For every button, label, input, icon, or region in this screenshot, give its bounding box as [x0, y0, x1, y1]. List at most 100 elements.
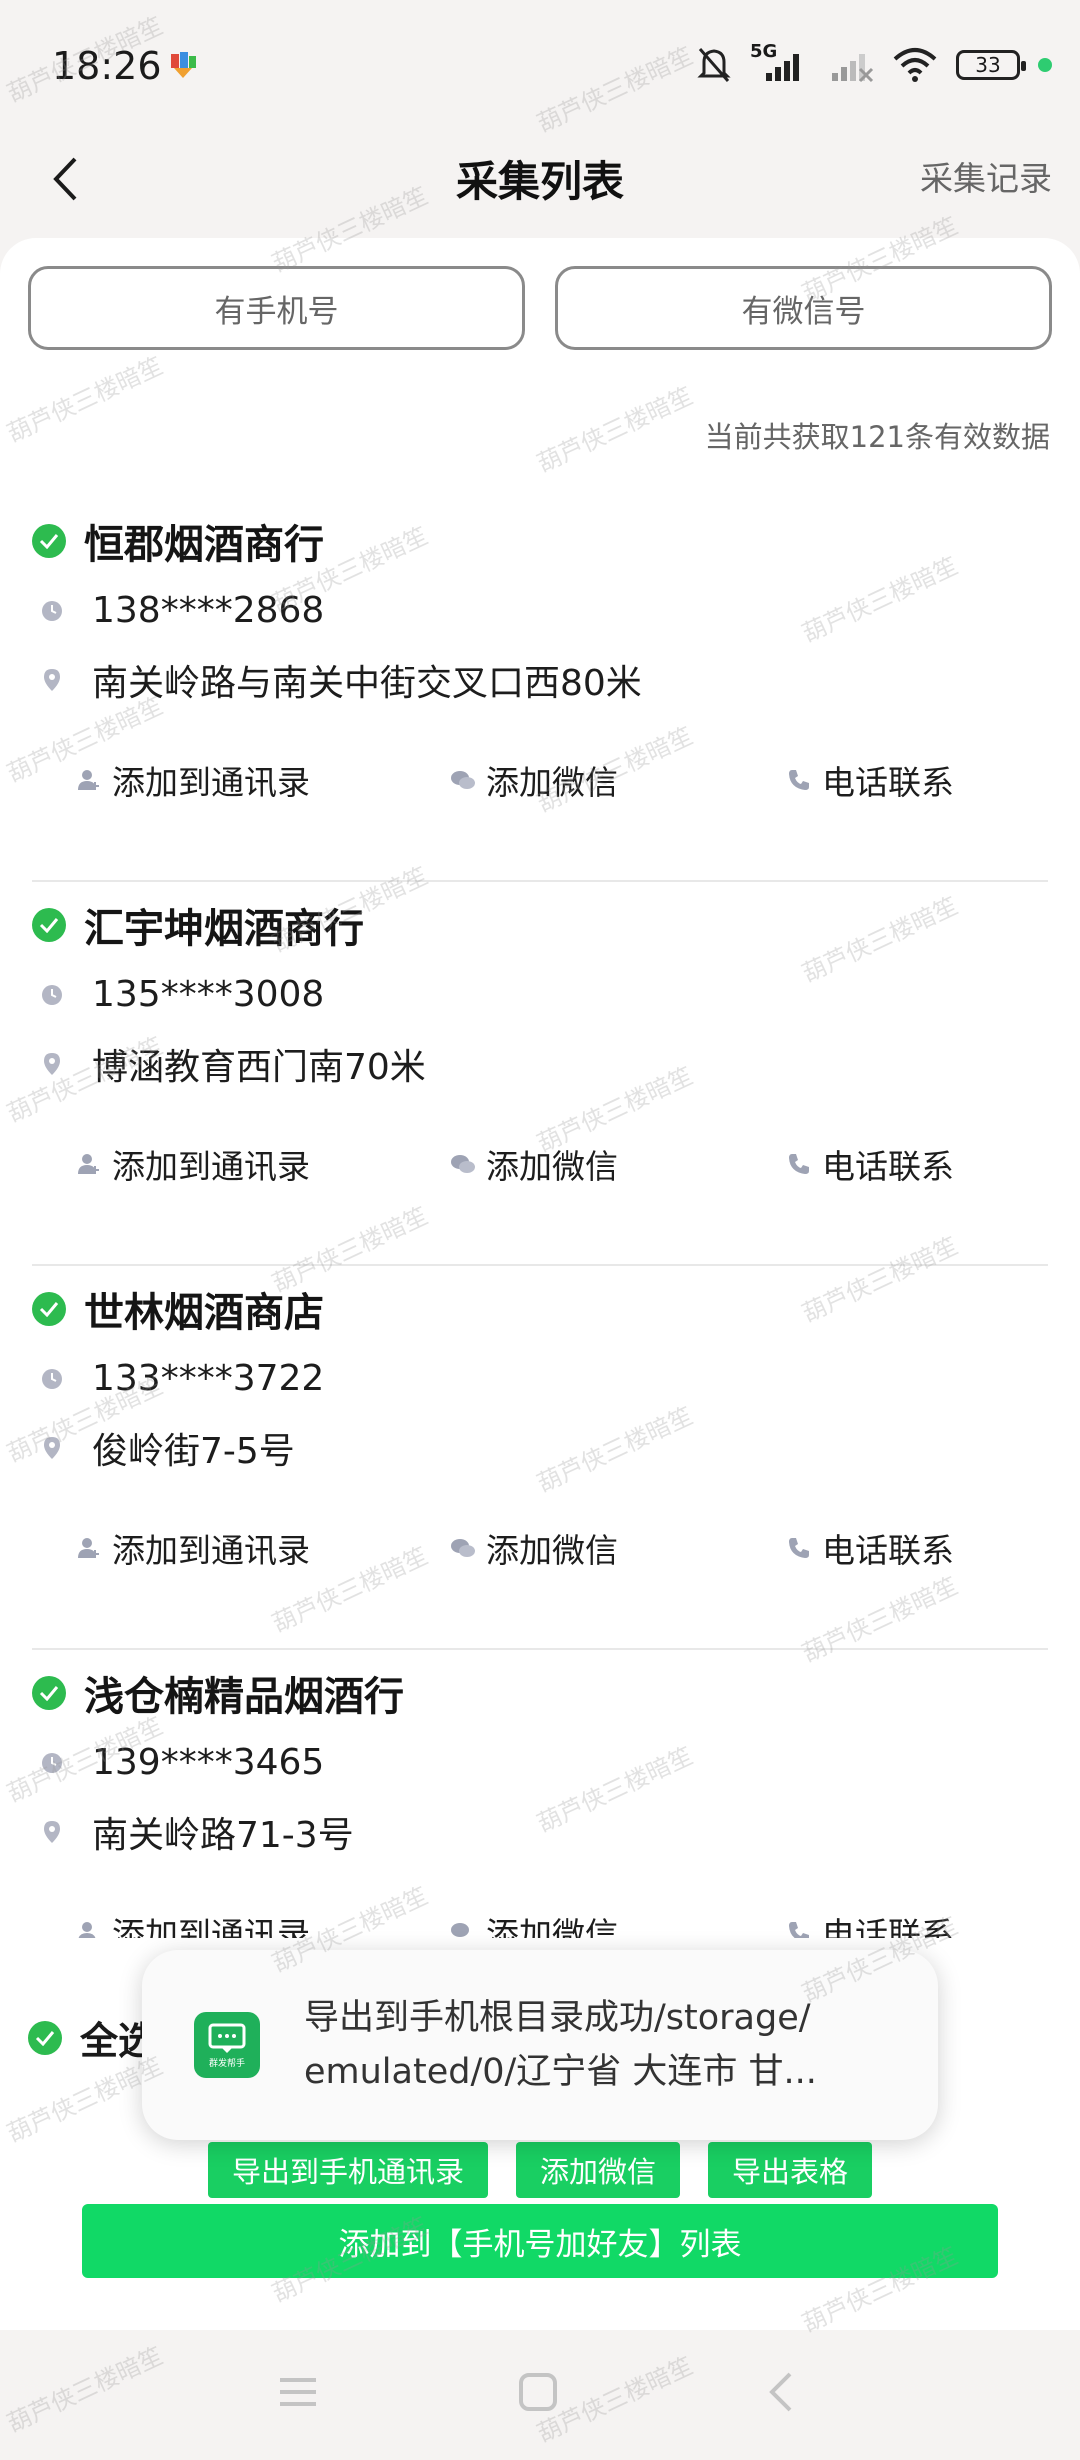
add-wechat-button[interactable]: 添加微信: [450, 1908, 618, 1938]
phone-icon: [789, 1922, 809, 1938]
add-wechat-label: 添加微信: [486, 763, 618, 802]
location-pin-icon: [44, 1437, 60, 1459]
call-label: 电话联系: [822, 1531, 954, 1570]
phone-icon: [789, 1154, 809, 1174]
main-card: 有手机号 有微信号 当前共获取121条有效数据 恒郡烟酒商行 138****28…: [0, 238, 1080, 2098]
call-button[interactable]: 电话联系: [786, 756, 954, 804]
add-person-icon: [78, 1922, 96, 1938]
clock-icon: [42, 984, 62, 1005]
shop-phone: 139****3465: [92, 1742, 325, 1783]
filter-has-phone-button[interactable]: 有手机号: [28, 266, 525, 350]
add-wechat-button[interactable]: 添加微信: [450, 1524, 618, 1572]
add-wechat-label: 添加微信: [486, 1531, 618, 1570]
filter-row: 有手机号 有微信号: [28, 266, 1052, 350]
add-to-friend-list-button[interactable]: 添加到【手机号加好友】列表: [82, 2204, 998, 2278]
item-actions: 添加到通讯录 添加微信 电话联系: [0, 1908, 1080, 1938]
list-item: 汇宇坤烟酒商行 135****3008 博涵教育西门南70米 添加到通讯录 添加…: [0, 882, 1080, 1266]
app-header: 采集列表 采集记录: [0, 130, 1080, 240]
select-all-checkbox[interactable]: [28, 2020, 62, 2055]
battery-icon: 33: [956, 50, 1026, 80]
wechat-icon: [451, 1923, 469, 1937]
shop-name: 浅仓楠精品烟酒行: [84, 1674, 404, 1720]
clock-icon: [42, 1752, 62, 1773]
shop-phone: 138****2868: [92, 590, 325, 631]
checkbox-checked[interactable]: [32, 1292, 66, 1326]
shop-address: 俊岭街7-5号: [92, 1431, 295, 1472]
add-wechat-button[interactable]: 添加微信: [450, 756, 618, 804]
toast-message: 导出到手机根目录成功/storage/ emulated/0/辽宁省 大连市 甘…: [304, 1991, 864, 2099]
check-icon: [39, 1686, 59, 1701]
call-button[interactable]: 电话联系: [786, 1908, 954, 1938]
mute-bell-icon: [697, 48, 731, 82]
toast-line-2: emulated/0/辽宁省 大连市 甘...: [304, 2052, 817, 2092]
wechat-icon: [451, 1539, 475, 1557]
add-to-contacts-button[interactable]: 添加到通讯录: [76, 1908, 310, 1938]
location-pin-icon: [44, 669, 60, 691]
collection-record-link[interactable]: 采集记录: [920, 152, 1052, 200]
item-actions: 添加到通讯录 添加微信 电话联系: [0, 1524, 1080, 1584]
back-triangle-icon: [769, 2372, 792, 2412]
system-nav-bar: [0, 2330, 1080, 2460]
add-to-contacts-label: 添加到通讯录: [112, 1531, 310, 1570]
toast: 群发帮手 导出到手机根目录成功/storage/ emulated/0/辽宁省 …: [142, 1950, 938, 2140]
add-to-contacts-label: 添加到通讯录: [112, 763, 310, 802]
checkbox-checked[interactable]: [32, 1676, 66, 1710]
shop-name: 汇宇坤烟酒商行: [84, 906, 364, 952]
checkbox-checked[interactable]: [32, 524, 66, 558]
nav-menu-button[interactable]: [276, 2370, 320, 2418]
bottom-button-row: 导出到手机通讯录 添加微信 导出表格: [0, 2142, 1080, 2198]
call-button[interactable]: 电话联系: [786, 1524, 954, 1572]
item-actions: 添加到通讯录 添加微信 电话联系: [0, 1140, 1080, 1200]
check-icon: [39, 1302, 59, 1317]
shop-phone: 133****3722: [92, 1358, 325, 1399]
list-item: 恒郡烟酒商行 138****2868 南关岭路与南关中街交叉口西80米 添加到通…: [0, 498, 1080, 882]
phone-icon: [789, 1538, 809, 1558]
add-wechat-label: 添加微信: [486, 1147, 618, 1186]
call-button[interactable]: 电话联系: [786, 1140, 954, 1188]
home-icon: [519, 2373, 557, 2411]
check-icon: [35, 2030, 55, 2046]
add-to-contacts-label: 添加到通讯录: [112, 1147, 310, 1186]
app-icon: 群发帮手: [194, 2012, 260, 2078]
call-label: 电话联系: [822, 1915, 954, 1938]
phone-icon: [789, 770, 809, 790]
page-title: 采集列表: [455, 157, 624, 206]
add-person-icon: [78, 1538, 99, 1558]
export-table-button[interactable]: 导出表格: [708, 2142, 873, 2198]
add-to-contacts-button[interactable]: 添加到通讯录: [76, 1524, 310, 1572]
check-icon: [39, 534, 59, 549]
shop-address: 博涵教育西门南70米: [92, 1047, 426, 1088]
call-label: 电话联系: [822, 1147, 954, 1186]
add-to-contacts-button[interactable]: 添加到通讯录: [76, 756, 310, 804]
bulk-add-wechat-button[interactable]: 添加微信: [515, 2142, 680, 2198]
shop-phone: 135****3008: [92, 974, 325, 1015]
add-wechat-button[interactable]: 添加微信: [450, 1140, 618, 1188]
status-dot-icon: [1038, 58, 1052, 72]
toast-line-1: 导出到手机根目录成功/storage/: [304, 1998, 811, 2038]
wechat-icon: [451, 771, 475, 789]
nav-home-button[interactable]: [516, 2370, 560, 2418]
message-board-icon: [208, 2023, 246, 2053]
app-icon-label: 群发帮手: [208, 2058, 245, 2069]
status-time: 18:26: [52, 44, 162, 88]
menu-icon: [280, 2378, 316, 2406]
export-contacts-button[interactable]: 导出到手机通讯录: [207, 2142, 488, 2198]
shop-name: 恒郡烟酒商行: [84, 522, 324, 568]
clock-icon: [42, 600, 62, 621]
add-to-contacts-button[interactable]: 添加到通讯录: [76, 1140, 310, 1188]
battery-level: 33: [975, 53, 1001, 77]
shop-name: 世林烟酒商店: [84, 1290, 324, 1336]
checkbox-checked[interactable]: [32, 908, 66, 942]
notification-app-icon: [171, 52, 196, 78]
signal-icon: 5G: [750, 41, 812, 85]
shop-address: 南关岭路71-3号: [92, 1815, 354, 1856]
filter-has-wechat-button[interactable]: 有微信号: [555, 266, 1052, 350]
nav-back-button[interactable]: [760, 2370, 804, 2418]
location-pin-icon: [44, 1821, 60, 1843]
clock-icon: [42, 1368, 62, 1389]
wifi-icon: [893, 48, 937, 82]
add-person-icon: [78, 1154, 99, 1174]
list-item: 世林烟酒商店 133****3722 俊岭街7-5号 添加到通讯录 添加微信 电…: [0, 1266, 1080, 1650]
call-label: 电话联系: [822, 763, 954, 802]
add-person-icon: [78, 770, 99, 790]
